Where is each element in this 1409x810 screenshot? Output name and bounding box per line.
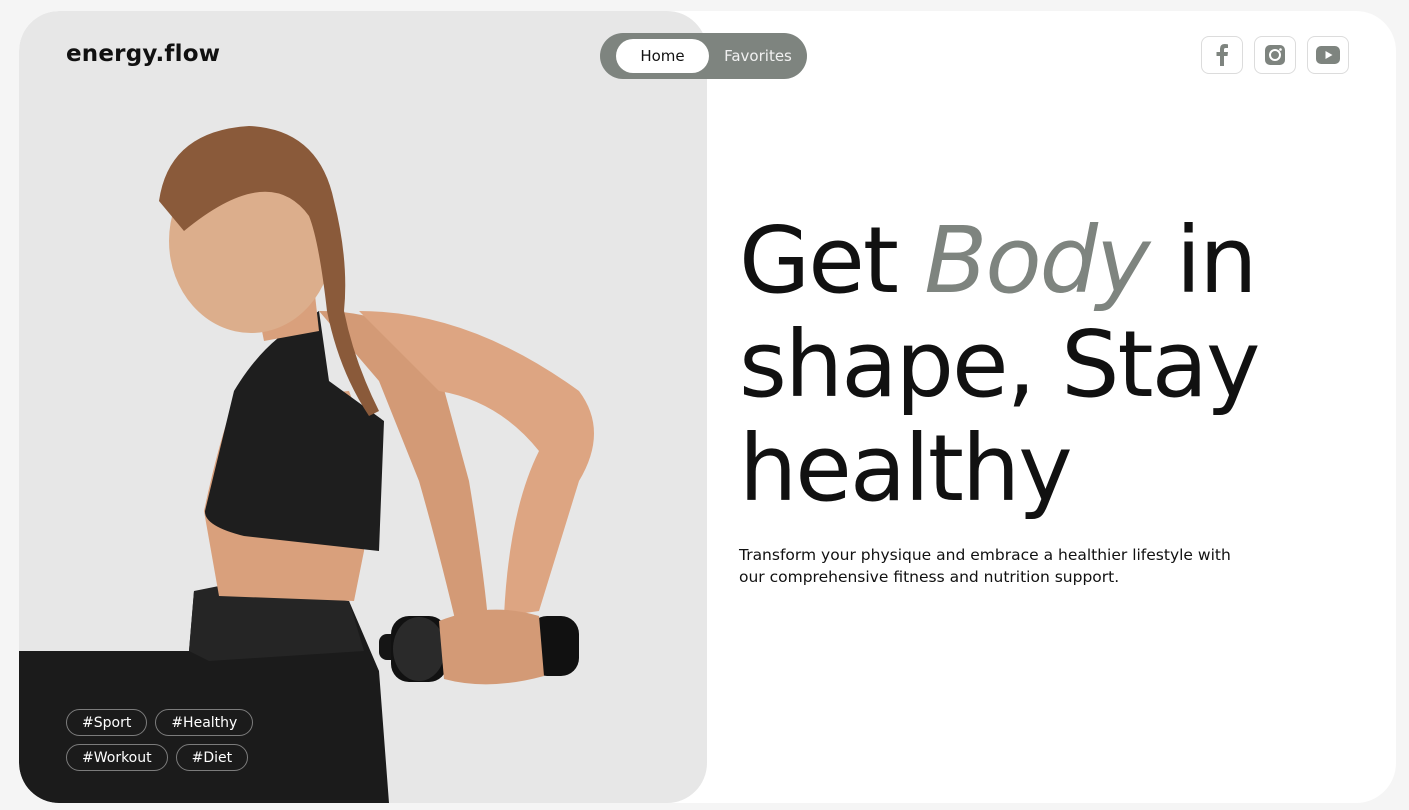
facebook-link[interactable] xyxy=(1201,36,1243,74)
instagram-link[interactable] xyxy=(1254,36,1296,74)
youtube-icon xyxy=(1316,46,1340,64)
instagram-icon xyxy=(1265,45,1285,65)
facebook-icon xyxy=(1216,44,1228,66)
hero-headline: Get Body in shape, Stay healthy xyxy=(739,209,1379,521)
hero-image-panel: energy.flow #Sport #Healthy #Workout #Di… xyxy=(19,11,707,803)
page: energy.flow #Sport #Healthy #Workout #Di… xyxy=(0,0,1409,810)
fitness-woman-image xyxy=(19,126,594,803)
headline-accent: Body xyxy=(924,207,1150,314)
social-links xyxy=(1201,36,1349,74)
nav-home-tab[interactable]: Home xyxy=(616,39,709,73)
tag-healthy[interactable]: #Healthy xyxy=(155,709,254,736)
youtube-link[interactable] xyxy=(1307,36,1349,74)
headline-part1: Get xyxy=(739,207,925,314)
hashtag-row: #Sport #Healthy xyxy=(66,709,326,736)
tag-diet[interactable]: #Diet xyxy=(175,744,249,771)
main-card: energy.flow #Sport #Healthy #Workout #Di… xyxy=(19,11,1396,803)
main-nav: Home Favorites xyxy=(600,33,807,79)
nav-favorites-tab[interactable]: Favorites xyxy=(718,39,798,73)
tag-sport[interactable]: #Sport xyxy=(66,709,148,736)
tag-workout[interactable]: #Workout xyxy=(66,744,168,771)
hashtag-list: #Sport #Healthy #Workout #Diet xyxy=(66,709,326,779)
brand-logo[interactable]: energy.flow xyxy=(66,41,220,67)
hero-subtitle: Transform your physique and embrace a he… xyxy=(739,546,1231,586)
hashtag-row: #Workout #Diet xyxy=(66,744,326,771)
